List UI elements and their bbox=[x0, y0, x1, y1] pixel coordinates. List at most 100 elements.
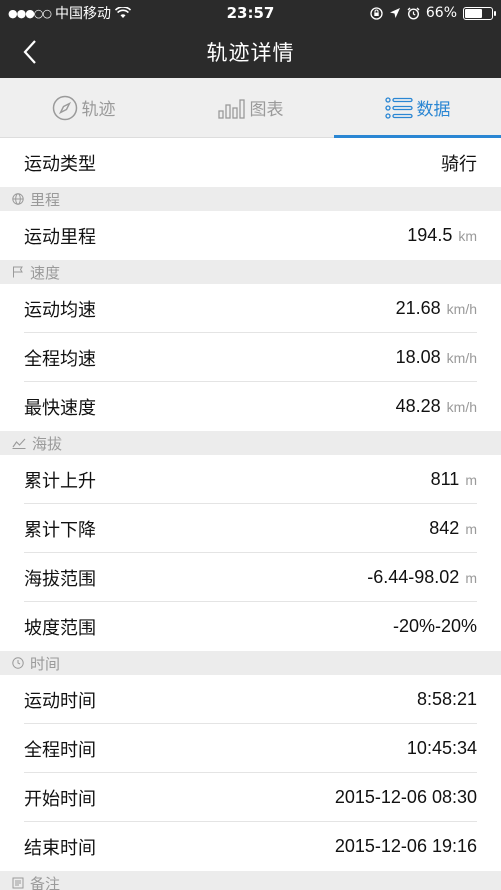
back-button[interactable] bbox=[22, 38, 50, 66]
row-value: -20%-20% bbox=[392, 616, 477, 636]
row-value: 8:58:21 bbox=[416, 689, 477, 709]
data-row: 结束时间 2015-12-06 19:16 bbox=[0, 822, 501, 871]
row-value-group: -6.44-98.02 m bbox=[367, 567, 477, 588]
row-value: 2015-12-06 08:30 bbox=[334, 787, 477, 807]
row-value: 18.08 bbox=[395, 347, 441, 367]
row-value: 842 bbox=[429, 518, 460, 538]
carrier-name: 中国移动 bbox=[55, 6, 111, 22]
row-label: 运动时间 bbox=[24, 690, 96, 712]
section-notes: 备注 bbox=[0, 871, 501, 890]
row-value: 811 bbox=[430, 469, 460, 489]
row-unit: m bbox=[465, 521, 477, 537]
clock-icon bbox=[12, 657, 24, 669]
tab-data-label: 数据 bbox=[416, 100, 451, 120]
row-label: 全程均速 bbox=[24, 348, 96, 370]
data-row: 全程均速 18.08 km/h bbox=[0, 333, 501, 382]
status-right: 66% bbox=[370, 5, 496, 21]
row-label: 结束时间 bbox=[24, 837, 96, 859]
battery-fill bbox=[465, 8, 483, 18]
data-row: 最快速度 48.28 km/h bbox=[0, 382, 501, 431]
tab-track[interactable]: 轨迹 bbox=[0, 78, 167, 137]
row-value: 10:45:34 bbox=[406, 738, 477, 758]
battery-icon bbox=[463, 6, 496, 20]
bar-chart-icon bbox=[217, 98, 245, 119]
row-unit: km bbox=[458, 228, 477, 244]
globe-icon bbox=[12, 193, 24, 205]
row-value-group: 2015-12-06 08:30 bbox=[335, 787, 477, 808]
data-row: 坡度范围 -20%-20% bbox=[0, 602, 501, 651]
row-value-group: 48.28 km/h bbox=[396, 396, 477, 417]
row-value-group: 842 m bbox=[429, 518, 477, 539]
row-unit: m bbox=[465, 472, 477, 488]
row-label: 运动均速 bbox=[24, 299, 96, 321]
wifi-icon bbox=[115, 7, 131, 18]
row-value: 194.5 bbox=[407, 225, 453, 245]
signal-icon: ●●●○○ bbox=[8, 6, 52, 20]
note-icon bbox=[12, 877, 24, 889]
section-title: 海拔 bbox=[32, 434, 63, 453]
compass-icon bbox=[52, 95, 77, 120]
row-label: 坡度范围 bbox=[24, 617, 96, 639]
section-time: 时间 bbox=[0, 651, 501, 675]
row-value: -6.44-98.02 bbox=[367, 567, 460, 587]
row-value-group: 10:45:34 bbox=[407, 738, 477, 759]
row-value-group: 21.68 km/h bbox=[396, 298, 477, 319]
data-row: 累计上升 811 m bbox=[0, 455, 501, 504]
tab-chart-label: 图表 bbox=[249, 100, 284, 120]
location-icon bbox=[389, 8, 400, 18]
section-speed: 速度 bbox=[0, 260, 501, 284]
row-label: 运动里程 bbox=[24, 226, 96, 248]
flag-icon bbox=[13, 266, 23, 278]
row-value: 骑行 bbox=[441, 153, 477, 174]
row-label: 最快速度 bbox=[24, 397, 96, 419]
trend-icon bbox=[12, 438, 26, 449]
chevron-left-icon bbox=[23, 40, 36, 64]
row-label: 累计上升 bbox=[24, 470, 96, 492]
row-value-group: 骑行 bbox=[441, 150, 477, 176]
section-altitude: 海拔 bbox=[0, 431, 501, 455]
row-value-group: -20%-20% bbox=[393, 616, 477, 637]
row-value: 21.68 bbox=[395, 298, 441, 318]
data-row: 全程时间 10:45:34 bbox=[0, 724, 501, 773]
row-unit: km/h bbox=[446, 399, 477, 415]
row-label: 累计下降 bbox=[24, 519, 96, 541]
row-unit: km/h bbox=[446, 350, 477, 366]
tab-data[interactable]: 数据 bbox=[334, 78, 501, 138]
battery-percent: 66% bbox=[425, 5, 457, 21]
row-value-group: 8:58:21 bbox=[417, 689, 477, 710]
data-row: 累计下降 842 m bbox=[0, 504, 501, 553]
row-label: 运动类型 bbox=[24, 153, 96, 175]
row-value-group: 811 m bbox=[431, 469, 477, 490]
tab-chart[interactable]: 图表 bbox=[167, 78, 334, 137]
row-value-group: 2015-12-06 19:16 bbox=[335, 836, 477, 857]
status-bar: ●●●○○ 中国移动 23:57 66% bbox=[0, 0, 501, 26]
row-unit: km/h bbox=[446, 301, 477, 317]
row-label: 海拔范围 bbox=[24, 568, 96, 590]
list-icon bbox=[384, 96, 413, 119]
alarm-icon bbox=[407, 7, 420, 20]
rotation-lock-icon bbox=[370, 6, 383, 20]
tab-bar: 轨迹 图表 数据 bbox=[0, 78, 501, 138]
data-row: 运动里程 194.5 km bbox=[0, 211, 501, 260]
row-value-group: 18.08 km/h bbox=[396, 347, 477, 368]
nav-bar: 轨迹详情 bbox=[0, 26, 501, 78]
tab-track-label: 轨迹 bbox=[81, 100, 116, 120]
row-value: 2015-12-06 19:16 bbox=[334, 836, 477, 856]
row-unit: m bbox=[465, 570, 477, 586]
data-row: 运动均速 21.68 km/h bbox=[0, 284, 501, 333]
data-row: 运动时间 8:58:21 bbox=[0, 675, 501, 724]
row-value: 48.28 bbox=[395, 396, 441, 416]
row-label: 开始时间 bbox=[24, 788, 96, 810]
section-title: 备注 bbox=[30, 874, 61, 890]
section-title: 速度 bbox=[30, 263, 61, 282]
page-title: 轨迹详情 bbox=[206, 41, 295, 65]
sport-type-row: 运动类型 骑行 bbox=[0, 138, 501, 187]
section-title: 里程 bbox=[30, 190, 61, 209]
row-label: 全程时间 bbox=[24, 739, 96, 761]
section-title: 时间 bbox=[30, 654, 61, 673]
row-value-group: 194.5 km bbox=[407, 225, 477, 246]
data-row: 开始时间 2015-12-06 08:30 bbox=[0, 773, 501, 822]
section-distance: 里程 bbox=[0, 187, 501, 211]
data-row: 海拔范围 -6.44-98.02 m bbox=[0, 553, 501, 602]
status-left: ●●●○○ 中国移动 bbox=[8, 3, 131, 23]
